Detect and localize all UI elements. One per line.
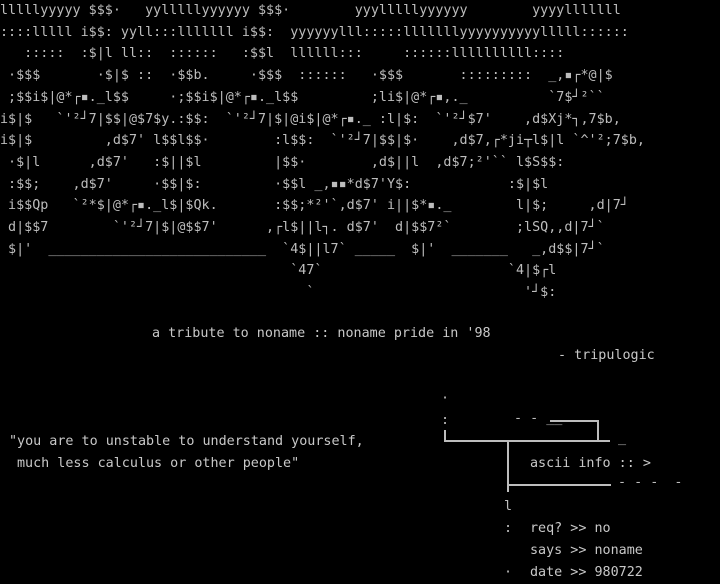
info-says: says >> noname [530, 543, 643, 558]
ascii-art-screen: lllllyyyyy $$$· yylllllyyyyyy $$$· yyyll… [0, 0, 720, 583]
frame-top-rule [550, 420, 598, 422]
author-credit: - tripulogic [558, 348, 655, 363]
frame-left-tick [444, 430, 446, 440]
info-date: date >> 980722 [530, 565, 643, 580]
info-box-title: ascii info :: > [530, 456, 651, 471]
frame-colon: : [441, 413, 450, 428]
quote-line-2: much less calculus or other people" [17, 456, 300, 471]
frame-dot-top: · [441, 391, 450, 406]
frame-left-colon: : [504, 521, 513, 536]
frame-left-l: l [504, 499, 513, 514]
frame-left-dot: · [504, 565, 513, 580]
frame-upper-dash: _ [618, 431, 627, 446]
frame-lower-dashes: - - - - [618, 475, 683, 490]
frame-upper-rule [444, 440, 610, 442]
tribute-line: a tribute to noname :: noname pride in '… [152, 326, 491, 341]
frame-lower-rule [507, 484, 611, 486]
noname-ascii-logo: lllllyyyyy $$$· yylllllyyyyyy $$$· yyyll… [0, 3, 645, 301]
frame-top-right-edge [597, 420, 599, 441]
info-req: req? >> no [530, 521, 611, 536]
quote-line-1: "you are to unstable to understand yours… [9, 434, 364, 449]
frame-top-dashes: - - __ [514, 411, 563, 426]
